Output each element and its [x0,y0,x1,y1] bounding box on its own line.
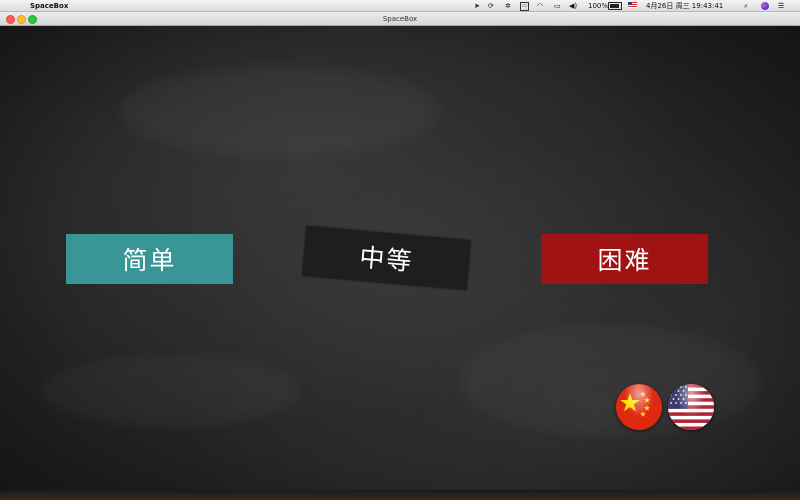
medium-difficulty-button[interactable]: 中等 [302,225,471,291]
app-menu-name[interactable]: SpaceBox [30,1,68,11]
hard-difficulty-button[interactable]: 困难 [541,234,708,284]
us-flag-input-icon[interactable] [628,2,637,8]
location-arrow-icon[interactable]: ➤ [474,1,480,11]
datetime[interactable]: 4月26日 周三 19:43:41 [646,1,723,11]
battery-percent: 100% [588,2,609,10]
english-language-flag-button[interactable] [668,384,714,430]
settings-icon[interactable]: ✲ [505,1,511,11]
chalk-smudge [120,66,440,156]
china-flag-icon [616,384,662,430]
easy-difficulty-button[interactable]: 简单 [66,234,233,284]
airplay-icon[interactable]: ▭ [554,1,561,11]
sync-icon[interactable]: ⟳ [488,1,494,11]
chalk-tray [0,490,800,500]
list-icon[interactable]: ☰ [778,1,784,11]
keyboard-icon[interactable]: ▭ [520,2,529,11]
battery-icon[interactable] [608,2,622,10]
volume-icon[interactable]: ◀) [569,1,577,11]
chalkboard-background: 简单 中等 困难 [0,26,800,500]
chalk-smudge [40,356,300,426]
search-icon[interactable]: ⌕ [744,1,748,11]
window-titlebar[interactable]: SpaceBox [0,12,800,26]
window-title: SpaceBox [382,15,418,23]
menu-bar: SpaceBox ➤ ⟳ ✲ ▭ ◠ ▭ ◀) 100% 4月26日 周三 19… [0,0,800,12]
siri-icon[interactable] [761,2,769,10]
chalk-smudge [460,326,760,436]
us-flag-icon [668,384,714,430]
chinese-language-flag-button[interactable] [616,384,662,430]
wifi-icon[interactable]: ◠ [537,1,543,11]
